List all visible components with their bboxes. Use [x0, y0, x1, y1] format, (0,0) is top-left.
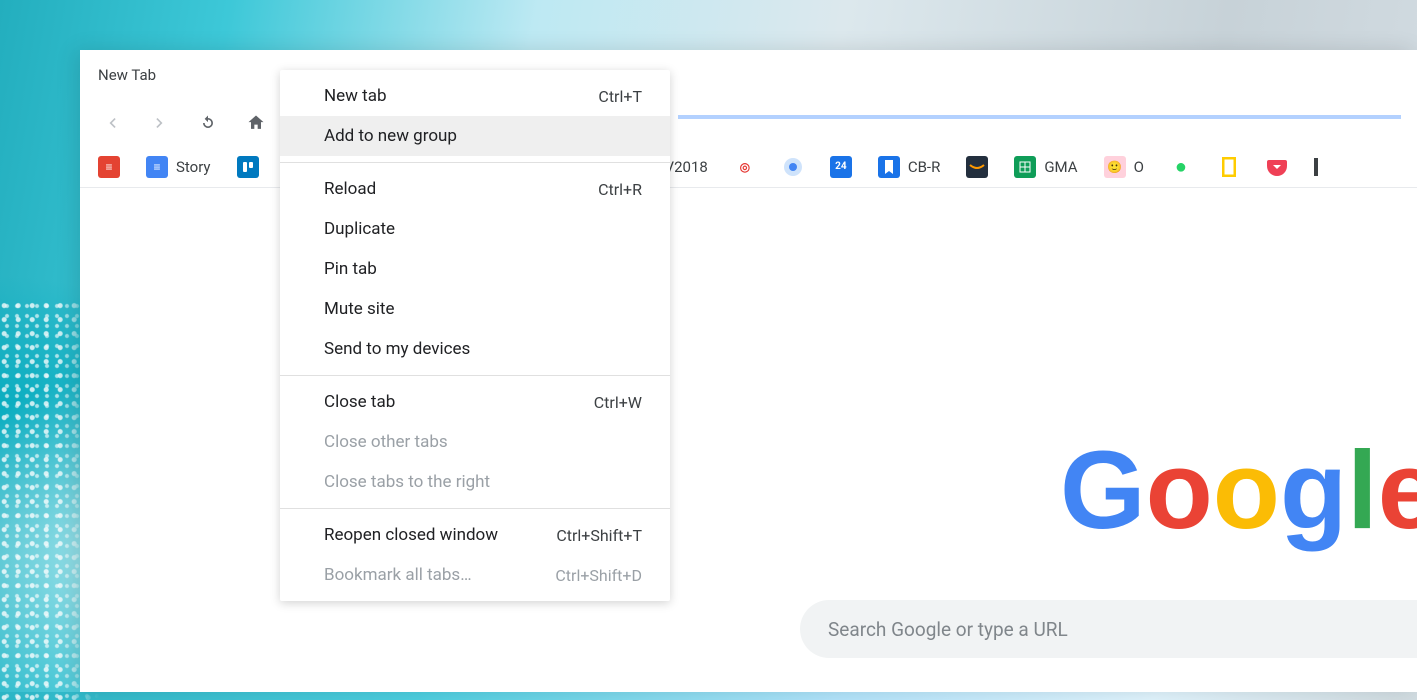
bookmark-label: O: [1134, 158, 1144, 176]
bookmark-trello[interactable]: [237, 156, 259, 178]
google-logo: Google: [1010, 428, 1417, 558]
bookmark-label: GMA: [1044, 158, 1077, 176]
home-button[interactable]: [240, 107, 272, 139]
menu-label: Reopen closed window: [324, 525, 498, 545]
menu-label: Pin tab: [324, 259, 377, 279]
bookmark-story[interactable]: ≡ Story: [146, 156, 211, 178]
bookmark-more[interactable]: [1314, 158, 1318, 176]
bookmark-todoist[interactable]: ≡: [98, 156, 120, 178]
bookmark-cbr[interactable]: CB-R: [878, 156, 941, 178]
menu-shortcut: Ctrl+W: [594, 393, 642, 412]
menu-bookmark-all-tabs: Bookmark all tabs… Ctrl+Shift+D: [280, 555, 670, 595]
bookmark-natgeo[interactable]: [1218, 156, 1240, 178]
menu-label: Add to new group: [324, 126, 457, 146]
menu-shortcut: Ctrl+Shift+T: [556, 526, 642, 545]
bookmark-whatsapp[interactable]: ●: [1170, 156, 1192, 178]
bookmark-o[interactable]: 🙂 O: [1104, 156, 1144, 178]
arrow-right-icon: [150, 113, 170, 133]
menu-mute-site[interactable]: Mute site: [280, 289, 670, 329]
whatsapp-icon: ●: [1170, 156, 1192, 178]
bookmark-antenna[interactable]: ◎: [734, 156, 756, 178]
menu-send-to-devices[interactable]: Send to my devices: [280, 329, 670, 369]
omnibox-highlight: [678, 115, 1401, 119]
menu-close-tabs-right: Close tabs to the right: [280, 462, 670, 502]
home-icon: [246, 113, 266, 133]
menu-label: Bookmark all tabs…: [324, 565, 472, 585]
tab-new[interactable]: New Tab: [80, 56, 174, 94]
menu-new-tab[interactable]: New tab Ctrl+T: [280, 76, 670, 116]
sheets-icon: [1014, 156, 1036, 178]
bookmark-v2018[interactable]: V2018: [665, 158, 708, 176]
calendar-icon: 24: [830, 156, 852, 178]
todoist-icon: ≡: [98, 156, 120, 178]
tab-context-menu: New tab Ctrl+T Add to new group Reload C…: [280, 70, 670, 601]
menu-reopen-closed[interactable]: Reopen closed window Ctrl+Shift+T: [280, 515, 670, 555]
menu-reload[interactable]: Reload Ctrl+R: [280, 169, 670, 209]
bookmark-label: CB-R: [908, 158, 941, 176]
menu-close-other-tabs: Close other tabs: [280, 422, 670, 462]
bookmark-amazon[interactable]: [966, 156, 988, 178]
search-box[interactable]: Search Google or type a URL: [800, 600, 1417, 658]
bookmark-pocket[interactable]: [1266, 156, 1288, 178]
chrome-icon: [782, 156, 804, 178]
menu-label: Send to my devices: [324, 339, 470, 359]
reload-button[interactable]: [192, 107, 224, 139]
tab-title: New Tab: [98, 66, 156, 84]
menu-pin-tab[interactable]: Pin tab: [280, 249, 670, 289]
menu-label: New tab: [324, 86, 387, 106]
natgeo-icon: [1218, 156, 1240, 178]
search-placeholder: Search Google or type a URL: [828, 618, 1068, 641]
menu-separator: [280, 162, 670, 163]
bookmark-label: V2018: [665, 158, 708, 176]
menu-separator: [280, 508, 670, 509]
menu-shortcut: Ctrl+T: [598, 87, 642, 106]
overflow-icon: [1314, 158, 1318, 176]
o-icon: 🙂: [1104, 156, 1126, 178]
menu-add-to-group[interactable]: Add to new group: [280, 116, 670, 156]
bookmark-label: Story: [176, 158, 211, 176]
docs-icon: ≡: [146, 156, 168, 178]
bookmark-calendar[interactable]: 24: [830, 156, 852, 178]
menu-label: Mute site: [324, 299, 395, 319]
bookmark-icon: [878, 156, 900, 178]
menu-shortcut: Ctrl+R: [598, 180, 642, 199]
bookmark-gma[interactable]: GMA: [1014, 156, 1077, 178]
menu-separator: [280, 375, 670, 376]
menu-label: Close tabs to the right: [324, 472, 490, 492]
menu-label: Close tab: [324, 392, 395, 412]
menu-close-tab[interactable]: Close tab Ctrl+W: [280, 382, 670, 422]
menu-shortcut: Ctrl+Shift+D: [555, 566, 642, 585]
amazon-icon: [966, 156, 988, 178]
arrow-left-icon: [102, 113, 122, 133]
menu-label: Reload: [324, 179, 376, 199]
forward-button[interactable]: [144, 107, 176, 139]
menu-label: Duplicate: [324, 219, 395, 239]
reload-icon: [198, 113, 218, 133]
google-logo-svg: Google: [1060, 428, 1417, 558]
pocket-icon: [1266, 156, 1288, 178]
svg-text:Google: Google: [1060, 429, 1417, 552]
menu-label: Close other tabs: [324, 432, 448, 452]
antenna-icon: ◎: [734, 156, 756, 178]
trello-icon: [237, 156, 259, 178]
back-button[interactable]: [96, 107, 128, 139]
menu-duplicate[interactable]: Duplicate: [280, 209, 670, 249]
bookmark-chrome[interactable]: [782, 156, 804, 178]
